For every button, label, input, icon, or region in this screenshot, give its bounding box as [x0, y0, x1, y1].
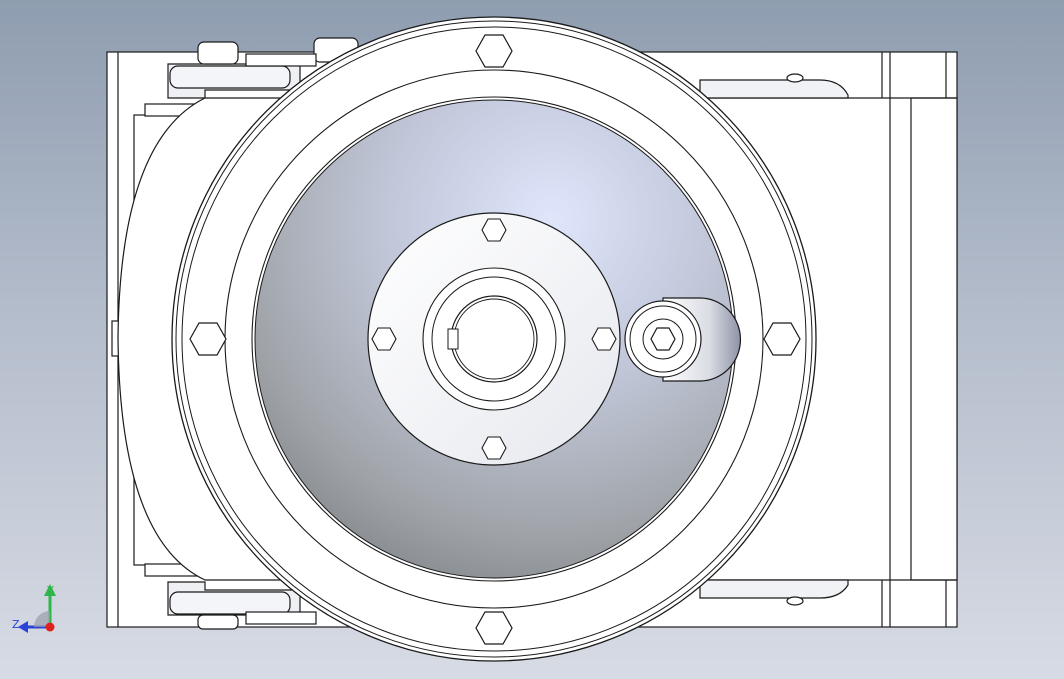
triad-x-axis-origin: [45, 622, 55, 632]
triad-z-label: Z: [12, 618, 20, 631]
handwheel[interactable]: [171, 16, 817, 662]
socket-hex-icon: [650, 327, 676, 351]
view-triad: Y Z: [12, 584, 56, 633]
shaft-bore: [450, 295, 538, 383]
triad-y-label: Y: [46, 584, 54, 597]
crank-handle[interactable]: [624, 297, 742, 382]
cad-viewport[interactable]: Y Z: [0, 0, 1064, 679]
keyway: [447, 328, 459, 350]
